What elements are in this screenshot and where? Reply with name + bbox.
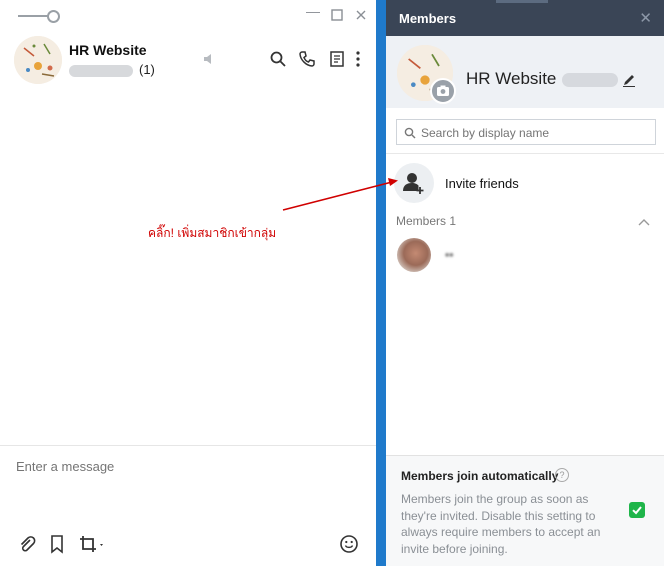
member-avatar	[397, 238, 431, 272]
notes-icon[interactable]	[328, 50, 346, 68]
call-icon[interactable]	[298, 50, 316, 68]
group-name: HR Website	[466, 69, 619, 89]
member-search-input[interactable]	[421, 126, 646, 140]
group-name-text: HR Website	[466, 69, 557, 88]
opacity-slider-handle[interactable]	[47, 10, 60, 23]
close-panel-icon[interactable]: ✕	[639, 9, 652, 27]
member-list-item[interactable]: ••	[386, 236, 664, 274]
search-divider	[386, 153, 664, 154]
group-avatar-art	[14, 36, 62, 84]
auto-join-description: Members join the group as soon as they'r…	[401, 492, 601, 556]
members-section-heading: Members 1	[396, 214, 457, 228]
chat-title: HR Website	[69, 42, 147, 58]
redacted-group-suffix	[562, 72, 619, 87]
members-header: Members ✕	[386, 0, 664, 36]
redacted-id	[69, 64, 133, 77]
chat-subtitle: (1)	[69, 62, 155, 77]
opacity-slider-track[interactable]	[18, 15, 50, 17]
help-icon[interactable]: ?	[555, 468, 569, 482]
invite-friends-button[interactable]: Invite friends	[386, 160, 664, 206]
members-panel-title: Members	[399, 11, 457, 26]
bookmark-icon[interactable]	[47, 534, 67, 554]
emoji-icon[interactable]	[339, 534, 359, 554]
edit-name-icon[interactable]	[622, 73, 636, 87]
chevron-up-icon[interactable]	[638, 214, 650, 226]
window-divider	[376, 0, 386, 566]
search-icon[interactable]	[269, 50, 287, 68]
checkmark-icon	[632, 506, 642, 515]
message-input[interactable]	[14, 458, 358, 475]
chat-window: — HR Website (1) คลิ๊ก! เพิ่มสมาชิกเข้าก…	[0, 0, 376, 566]
title-bar: —	[0, 0, 376, 32]
member-count: (1)	[139, 62, 155, 77]
invite-friends-label: Invite friends	[445, 176, 519, 191]
close-icon[interactable]	[354, 8, 368, 22]
annotation-label: คลิ๊ก! เพิ่มสมาชิกเข้ากลุ่ม	[148, 226, 277, 240]
member-name: ••	[445, 248, 454, 262]
attach-file-icon[interactable]	[17, 534, 37, 554]
maximize-icon[interactable]	[330, 8, 344, 22]
auto-join-title: Members join automatically	[401, 469, 559, 483]
group-avatar[interactable]	[14, 36, 62, 84]
composer-divider	[0, 445, 376, 446]
members-panel: Members ✕ HR Website Search by display n…	[386, 0, 664, 566]
mute-icon[interactable]	[201, 50, 219, 68]
minimize-icon[interactable]: —	[306, 4, 320, 18]
header-notch	[496, 0, 548, 3]
more-options-icon[interactable]	[354, 50, 362, 68]
group-profile-card: HR Website	[386, 36, 664, 108]
screenshot-crop-icon[interactable]	[78, 534, 106, 554]
add-person-icon	[394, 163, 434, 203]
search-icon	[404, 126, 416, 139]
auto-join-setting: Members join automatically ? Members joi…	[386, 456, 664, 566]
camera-icon[interactable]	[430, 78, 456, 104]
auto-join-checkbox[interactable]	[629, 502, 645, 518]
member-search-box[interactable]	[396, 119, 656, 145]
